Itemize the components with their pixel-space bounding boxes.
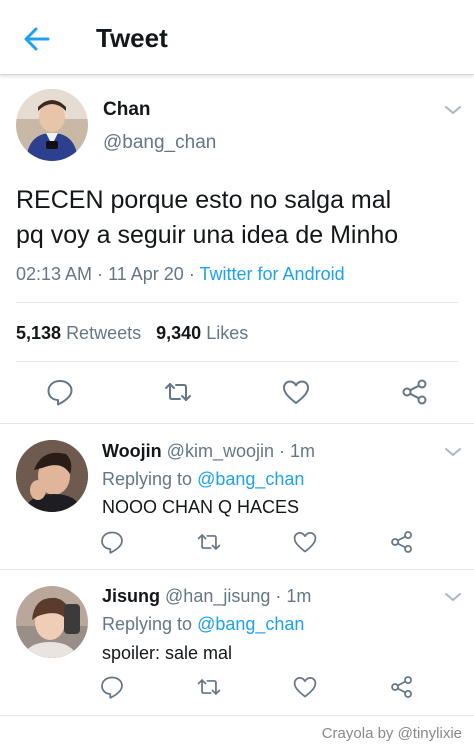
page-title: Tweet (96, 23, 168, 53)
meta-separator: · (97, 264, 104, 284)
share-icon[interactable] (389, 674, 419, 704)
credit-watermark: Crayola by @tinylixie (321, 725, 462, 742)
reply-text: spoiler: sale mal (102, 643, 233, 663)
reply-header: Woojin @kim_woojin · 1m (102, 439, 315, 463)
reply-header: Jisung @han_jisung · 1m (102, 584, 311, 608)
divider (0, 569, 474, 570)
retweet-icon[interactable] (163, 377, 193, 407)
author-name[interactable]: Chan (103, 98, 151, 122)
meta-separator: · (279, 441, 285, 461)
share-icon[interactable] (389, 529, 419, 559)
tweet-meta: 02:13 AM · 11 Apr 20 · Twitter for Andro… (16, 262, 345, 286)
retweet-stat[interactable]: 5,138 Retweets (16, 323, 141, 343)
back-arrow-icon[interactable] (20, 22, 54, 56)
divider (0, 715, 474, 716)
chevron-down-icon[interactable] (444, 103, 462, 115)
replying-to-link[interactable]: @bang_chan (197, 614, 304, 634)
chevron-down-icon[interactable] (444, 590, 462, 602)
retweet-count: 5,138 (16, 323, 62, 343)
author-name[interactable]: Jisung (102, 586, 160, 606)
replying-to-link[interactable]: @bang_chan (197, 469, 304, 489)
avatar[interactable] (16, 440, 88, 512)
like-label: Likes (206, 323, 249, 343)
tweet-text-line-2: pq voy a seguir una idea de Minho (16, 221, 399, 249)
reply-time: 1m (290, 441, 316, 461)
chevron-down-icon[interactable] (444, 445, 462, 457)
like-stat[interactable]: 9,340 Likes (156, 323, 248, 343)
like-heart-icon[interactable] (292, 529, 322, 559)
meta-separator: · (275, 586, 282, 606)
retweet-icon[interactable] (196, 529, 226, 559)
replying-to-line: Replying to @bang_chan (102, 612, 304, 636)
author-name[interactable]: Woojin (102, 441, 162, 461)
replying-to-label: Replying to (102, 469, 193, 489)
tweet-time: 02:13 AM (16, 264, 93, 284)
divider (0, 423, 474, 424)
divider (16, 302, 458, 303)
retweet-icon[interactable] (196, 674, 226, 704)
author-handle[interactable]: @han_jisung (165, 586, 270, 606)
reply-text: NOOO CHAN Q HACES (102, 497, 300, 517)
meta-separator: · (188, 264, 195, 284)
share-icon[interactable] (400, 377, 430, 407)
retweet-label: Retweets (66, 323, 142, 343)
replying-to-label: Replying to (102, 614, 193, 634)
like-count: 9,340 (156, 323, 202, 343)
app-header: Tweet (0, 0, 474, 75)
reply-icon[interactable] (99, 674, 129, 704)
reply-time: 1m (286, 586, 312, 606)
tweet-text-line-1: RECEN porque esto no salga mal (16, 186, 392, 214)
like-heart-icon[interactable] (281, 377, 311, 407)
avatar[interactable] (16, 89, 88, 161)
author-handle[interactable]: @bang_chan (103, 131, 216, 155)
reply-icon[interactable] (99, 529, 129, 559)
replying-to-line: Replying to @bang_chan (102, 467, 304, 491)
like-heart-icon[interactable] (292, 674, 322, 704)
reply-icon[interactable] (45, 377, 75, 407)
divider (16, 361, 458, 362)
author-handle[interactable]: @kim_woojin (167, 441, 274, 461)
avatar[interactable] (16, 586, 88, 658)
tweet-date: 11 Apr 20 (108, 264, 184, 284)
engagement-stats: 5,138 Retweets 9,340 Likes (16, 321, 248, 345)
tweet-source-link[interactable]: Twitter for Android (200, 264, 345, 284)
